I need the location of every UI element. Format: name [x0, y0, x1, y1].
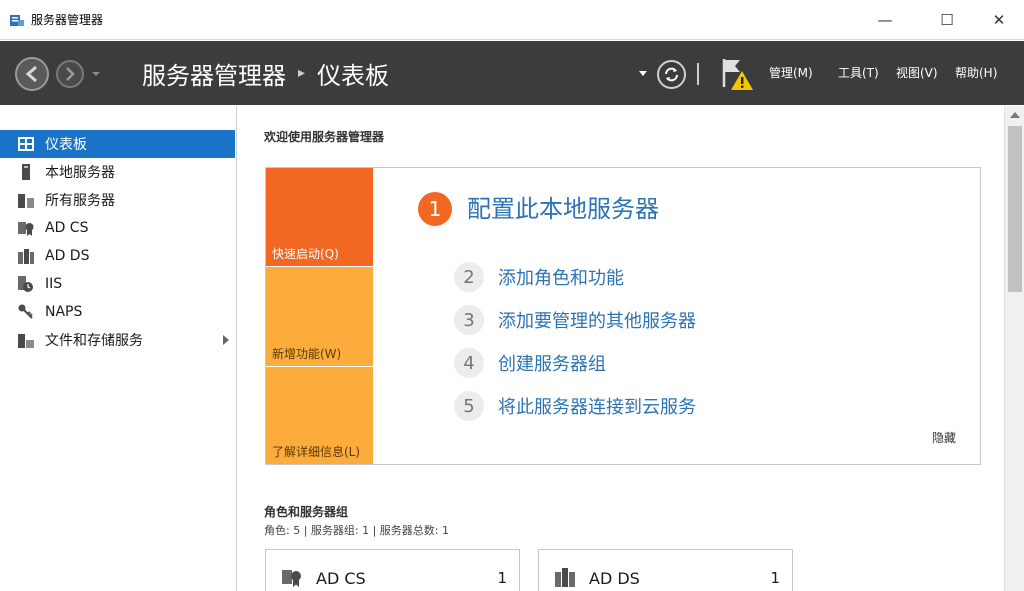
- arrow-left-icon: [25, 65, 37, 83]
- dashboard-icon: [18, 136, 34, 152]
- sidebar-item-iis[interactable]: IIS: [0, 270, 235, 298]
- all-servers-icon: [18, 192, 34, 208]
- step-badge: 5: [454, 391, 484, 421]
- step-2[interactable]: 2 添加角色和功能: [454, 261, 624, 293]
- step-badge: 3: [454, 305, 484, 335]
- sidebar-item-label: IIS: [45, 276, 63, 292]
- expand-arrow-icon[interactable]: [223, 335, 229, 345]
- sidebar-item-label: 本地服务器: [45, 165, 115, 181]
- sidebar-item-file-storage[interactable]: 文件和存储服务: [0, 326, 235, 354]
- menu-view[interactable]: 视图(V): [896, 65, 938, 81]
- sidebar-item-local-server[interactable]: 本地服务器: [0, 158, 235, 186]
- dashboard-main: 欢迎使用服务器管理器 快速启动(Q) 新增功能(W) 了解详细信息(L) 1 配…: [238, 106, 1004, 591]
- file-storage-icon: [18, 332, 34, 348]
- adcs-icon: [18, 220, 34, 236]
- back-button[interactable]: [15, 57, 49, 91]
- sidebar-item-dashboard[interactable]: 仪表板: [0, 130, 235, 158]
- window-titlebar: 服务器管理器 — ☐ ✕: [0, 0, 1024, 40]
- menu-tools[interactable]: 工具(T): [838, 65, 879, 81]
- step-3[interactable]: 3 添加要管理的其他服务器: [454, 304, 696, 336]
- sidebar-item-label: 所有服务器: [45, 193, 115, 209]
- maximize-button[interactable]: ☐: [924, 0, 970, 40]
- welcome-panel: 快速启动(Q) 新增功能(W) 了解详细信息(L) 1 配置此本地服务器 2 添…: [265, 167, 981, 465]
- sidebar: 仪表板 本地服务器 所有服务器 AD CS AD DS IIS NAPS 文件和…: [0, 106, 237, 591]
- minimize-button[interactable]: —: [862, 0, 908, 40]
- naps-icon: [18, 304, 34, 320]
- adds-icon: [18, 248, 34, 264]
- role-card-adcs[interactable]: AD CS 1: [265, 549, 520, 591]
- vertical-scrollbar[interactable]: [1004, 106, 1024, 591]
- welcome-title: 欢迎使用服务器管理器: [264, 130, 385, 144]
- step-badge: 2: [454, 262, 484, 292]
- sidebar-item-naps[interactable]: NAPS: [0, 298, 235, 326]
- sidebar-item-label: AD DS: [45, 248, 90, 264]
- step-1-link[interactable]: 配置此本地服务器: [467, 193, 659, 225]
- hide-welcome-link[interactable]: 隐藏: [932, 429, 956, 446]
- scroll-up-icon[interactable]: [1010, 112, 1020, 118]
- role-card-count: 1: [497, 569, 507, 587]
- step-badge: 4: [454, 348, 484, 378]
- window-title: 服务器管理器: [31, 13, 104, 27]
- sidebar-item-all-servers[interactable]: 所有服务器: [0, 186, 235, 214]
- close-button[interactable]: ✕: [976, 0, 1022, 40]
- sidebar-item-label: 文件和存储服务: [45, 333, 143, 349]
- arrow-right-icon: [66, 67, 75, 81]
- iis-icon: [18, 276, 34, 292]
- notifications-flag-icon[interactable]: [720, 55, 756, 93]
- step-5[interactable]: 5 将此服务器连接到云服务: [454, 390, 696, 422]
- step-3-link[interactable]: 添加要管理的其他服务器: [498, 307, 696, 333]
- breadcrumb-app[interactable]: 服务器管理器: [142, 56, 286, 91]
- role-card-count: 1: [770, 569, 780, 587]
- step-5-link[interactable]: 将此服务器连接到云服务: [498, 393, 696, 419]
- app-header: 服务器管理器 ▸ 仪表板 管理(M) 工具(T) 视图(V) 帮助(H): [0, 41, 1024, 105]
- sidebar-item-label: NAPS: [45, 304, 83, 320]
- chevron-down-icon[interactable]: [637, 69, 649, 79]
- breadcrumb: 服务器管理器 ▸ 仪表板: [142, 55, 389, 91]
- scroll-thumb[interactable]: [1008, 126, 1022, 292]
- tile-quick-start[interactable]: 快速启动(Q): [266, 168, 373, 266]
- roles-section-title: 角色和服务器组: [264, 505, 349, 519]
- history-dropdown-icon[interactable]: [90, 68, 102, 80]
- sidebar-item-adds[interactable]: AD DS: [0, 242, 235, 270]
- role-card-name: AD DS: [589, 569, 640, 588]
- adcs-icon: [282, 570, 301, 587]
- tile-learn-more[interactable]: 了解详细信息(L): [266, 367, 373, 464]
- step-2-link[interactable]: 添加角色和功能: [498, 264, 624, 290]
- adds-icon: [555, 568, 575, 587]
- local-server-icon: [18, 164, 34, 180]
- tile-label: 新增功能(W): [272, 347, 342, 361]
- step-4-link[interactable]: 创建服务器组: [498, 350, 606, 376]
- tile-label: 快速启动(Q): [272, 247, 339, 261]
- step-1-badge: 1: [418, 192, 452, 226]
- menu-help[interactable]: 帮助(H): [955, 65, 997, 81]
- tile-label: 了解详细信息(L): [272, 445, 361, 459]
- step-4[interactable]: 4 创建服务器组: [454, 347, 606, 379]
- role-card-name: AD CS: [316, 569, 366, 588]
- tile-whats-new[interactable]: 新增功能(W): [266, 267, 373, 366]
- menu-manage[interactable]: 管理(M): [769, 65, 813, 81]
- refresh-button[interactable]: [657, 60, 686, 89]
- forward-button[interactable]: [56, 60, 84, 88]
- refresh-icon: [665, 67, 678, 82]
- server-manager-app-icon: [10, 15, 24, 26]
- sidebar-item-label: AD CS: [45, 220, 89, 236]
- breadcrumb-separator: ▸: [298, 65, 306, 81]
- roles-summary: 角色: 5 | 服务器组: 1 | 服务器总数: 1: [264, 524, 450, 537]
- breadcrumb-page: 仪表板: [317, 61, 390, 90]
- role-card-adds[interactable]: AD DS 1: [538, 549, 793, 591]
- sidebar-item-label: 仪表板: [45, 137, 87, 153]
- sidebar-item-adcs[interactable]: AD CS: [0, 214, 235, 242]
- header-divider: [697, 63, 699, 85]
